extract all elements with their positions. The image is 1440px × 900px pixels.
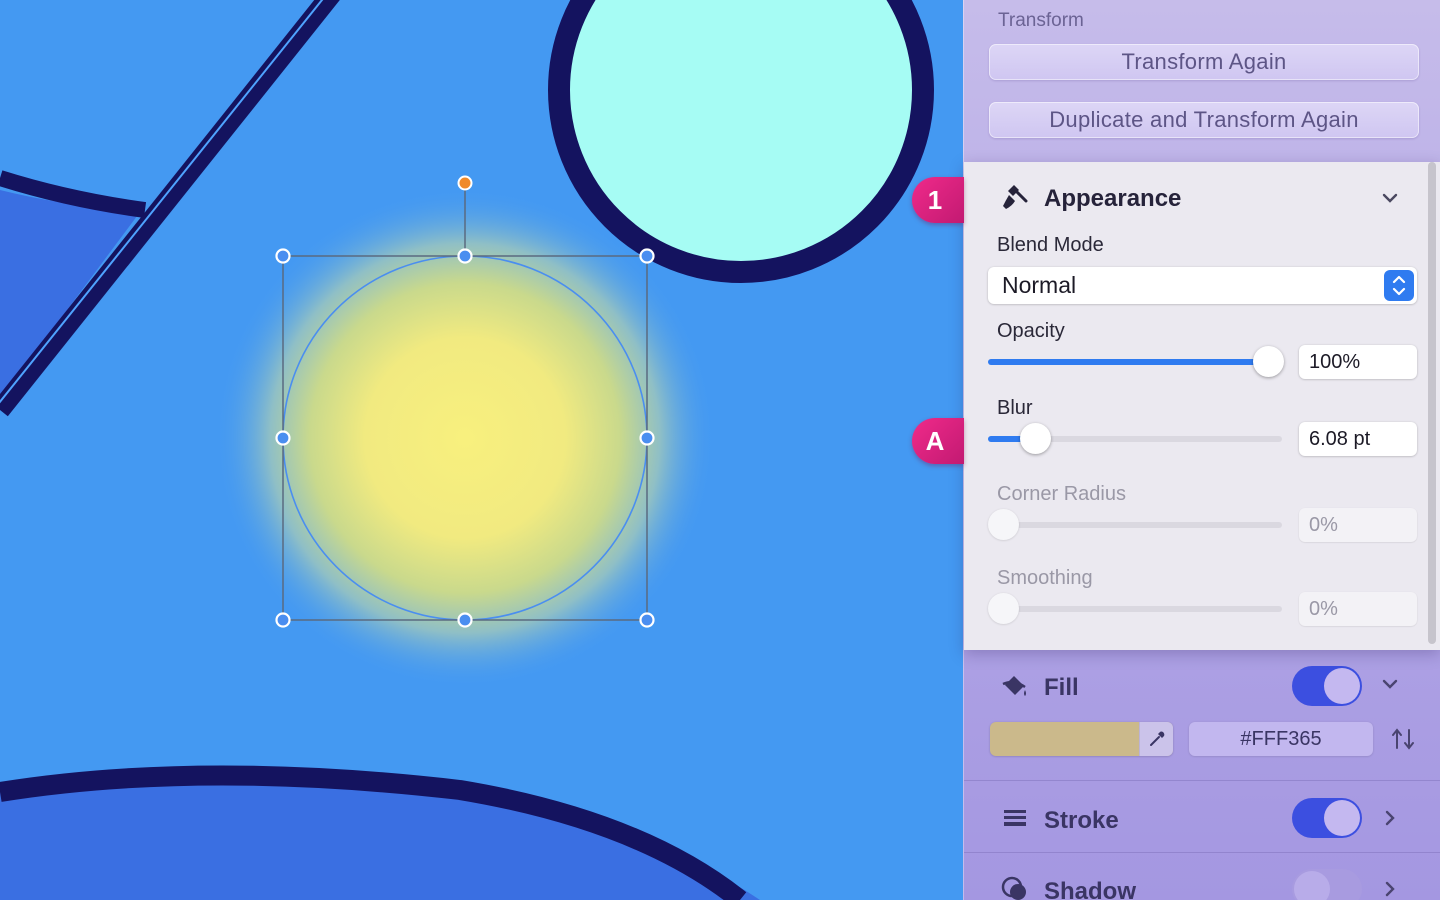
transform-again-button[interactable]: Transform Again [989, 44, 1419, 80]
resize-handle-bottom-right[interactable] [639, 612, 655, 628]
fill-toggle[interactable] [1292, 666, 1362, 706]
shadow-title: Shadow [1044, 877, 1137, 900]
corner-radius-slider-track[interactable] [988, 522, 1282, 528]
fill-title: Fill [1044, 673, 1079, 701]
rotation-handle[interactable] [457, 175, 473, 191]
chevron-right-icon[interactable] [1380, 808, 1400, 828]
corner-radius-field[interactable]: 0% [1299, 508, 1417, 542]
panel-scrollbar[interactable] [1428, 162, 1436, 644]
appearance-popover: Appearance Blend Mode Normal Opacity 100… [964, 162, 1440, 650]
duplicate-transform-again-button[interactable]: Duplicate and Transform Again [989, 102, 1419, 138]
chevron-down-icon[interactable] [1380, 188, 1400, 213]
mint-circle[interactable] [548, 0, 934, 283]
toggle-knob [1324, 800, 1360, 836]
opacity-slider-knob[interactable] [1253, 346, 1284, 377]
select-stepper-icon[interactable] [1384, 270, 1414, 301]
shadow-header[interactable]: Shadow [1000, 874, 1136, 900]
brush-icon [1000, 182, 1030, 217]
smoothing-field[interactable]: 0% [1299, 592, 1417, 626]
fill-color-swatch[interactable] [990, 722, 1173, 756]
blend-mode-value: Normal [1002, 272, 1077, 298]
fill-header[interactable]: Fill [1000, 670, 1079, 705]
resize-handle-right[interactable] [639, 430, 655, 446]
corner-radius-slider-knob[interactable] [988, 509, 1019, 540]
blur-slider-knob[interactable] [1019, 423, 1051, 454]
shadow-icon [1000, 874, 1030, 900]
canvas-artwork [0, 0, 934, 900]
blur-field[interactable]: 6.08 pt [1299, 422, 1417, 456]
resize-handle-bottom-left[interactable] [275, 612, 291, 628]
transform-section-title: Transform [998, 10, 1084, 31]
corner-radius-label: Corner Radius [997, 483, 1126, 505]
resize-handle-top-left[interactable] [275, 248, 291, 264]
smoothing-slider-knob[interactable] [988, 593, 1019, 624]
resize-handle-top[interactable] [457, 248, 473, 264]
resize-handle-top-right[interactable] [639, 248, 655, 264]
toggle-knob [1324, 668, 1360, 704]
opacity-slider-fill [988, 359, 1282, 365]
blend-mode-label: Blend Mode [997, 234, 1104, 256]
chevron-right-icon[interactable] [1380, 879, 1400, 899]
appearance-header[interactable]: Appearance [1000, 184, 1181, 214]
eyedropper-icon[interactable] [1139, 722, 1173, 756]
section-divider [964, 852, 1440, 853]
blur-label: Blur [997, 397, 1033, 419]
section-divider [964, 780, 1440, 781]
stroke-header[interactable]: Stroke [1000, 803, 1119, 838]
appearance-title: Appearance [1044, 185, 1182, 212]
stroke-title: Stroke [1044, 806, 1119, 834]
drawing-canvas[interactable] [0, 0, 964, 900]
toggle-knob [1294, 871, 1330, 900]
annotation-badge-1: 1 [912, 177, 964, 223]
fill-hex-field[interactable]: #FFF365 [1189, 722, 1373, 756]
blend-mode-select[interactable]: Normal [988, 267, 1417, 304]
opacity-field[interactable]: 100% [1299, 345, 1417, 379]
resize-handle-bottom[interactable] [457, 612, 473, 628]
resize-handle-left[interactable] [275, 430, 291, 446]
opacity-label: Opacity [997, 320, 1065, 342]
chevron-down-icon[interactable] [1380, 674, 1400, 694]
smoothing-label: Smoothing [997, 567, 1093, 589]
annotation-badge-a: A [912, 418, 964, 464]
paint-bucket-icon [1000, 670, 1030, 705]
stroke-toggle[interactable] [1292, 798, 1362, 838]
swap-arrows-icon[interactable] [1390, 726, 1416, 757]
shadow-toggle[interactable] [1292, 869, 1362, 900]
opacity-slider-track[interactable] [988, 359, 1282, 365]
smoothing-slider-track[interactable] [988, 606, 1282, 612]
lines-icon [1000, 803, 1030, 838]
